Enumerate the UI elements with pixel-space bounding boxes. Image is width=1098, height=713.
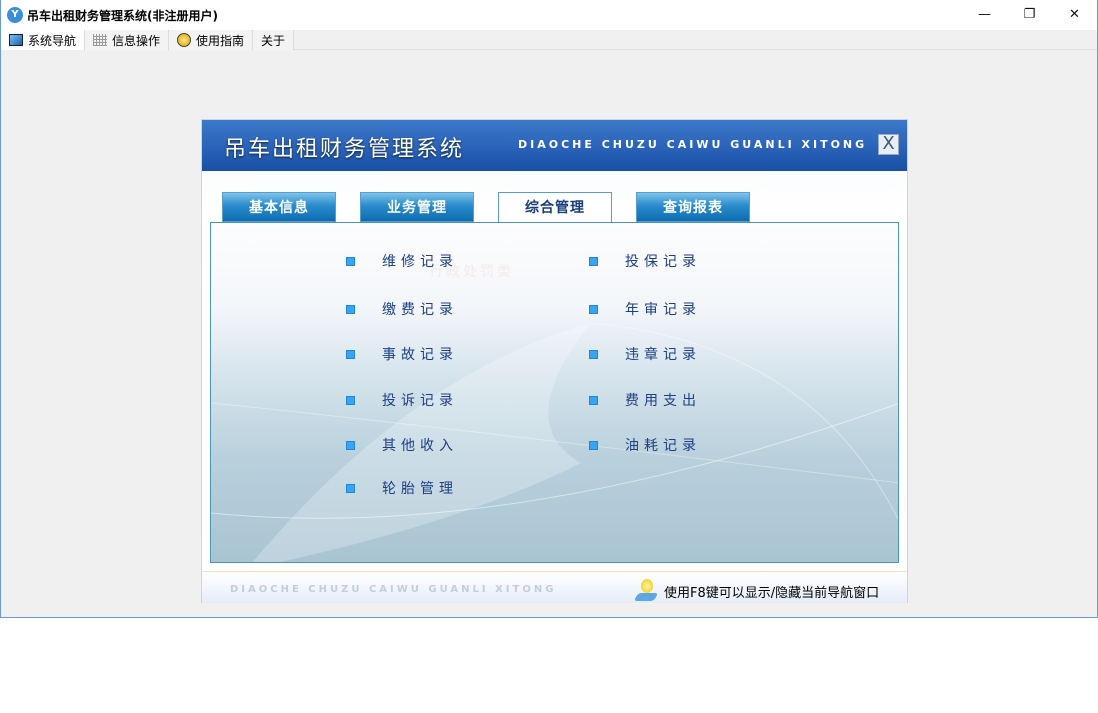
tab-business[interactable]: 业务管理 — [360, 192, 474, 222]
navigation-panel: 吊车出租财务管理系统 DIAOCHE CHUZU CAIWU GUANLI XI… — [201, 119, 908, 603]
app-icon: Y — [7, 7, 23, 23]
nav-item-label: 油耗记录 — [625, 438, 701, 454]
nav-item[interactable]: 维修记录 — [346, 251, 458, 271]
nav-item-label: 事故记录 — [382, 347, 458, 363]
footer-tip: 使用F8键可以显示/隐藏当前导航窗口 — [664, 585, 880, 601]
nav-item-label: 投保记录 — [625, 254, 701, 270]
bullet-icon — [346, 483, 355, 493]
monitor-icon — [9, 34, 23, 46]
bullet-icon — [589, 349, 598, 359]
panel-close-button[interactable]: X — [878, 134, 899, 155]
nav-item-label: 其他收入 — [382, 438, 458, 454]
bullet-icon — [346, 304, 355, 314]
tab-info-ops[interactable]: 信息操作 — [85, 30, 170, 50]
nav-item[interactable]: 油耗记录 — [589, 435, 701, 455]
nav-item[interactable]: 费用支出 — [589, 390, 701, 410]
maximize-button[interactable]: ❐ — [1007, 0, 1052, 30]
main-window: Y 吊车出租财务管理系统(非注册用户) — ❐ ✕ 系统导航 信息操作 使用指南… — [0, 0, 1098, 618]
tab-content: 行政处罚类 维修记录 投保记录 缴费记录 年审记录 事故记录 违章记录 投诉记录 费用支出 其他… — [210, 222, 899, 563]
bullet-icon — [346, 440, 355, 450]
panel-tabs: 基本信息 业务管理 综合管理 查询报表 — [222, 192, 774, 223]
tab-guide[interactable]: 使用指南 — [169, 30, 254, 50]
nav-item-label: 轮胎管理 — [382, 481, 458, 497]
help-icon — [177, 33, 192, 47]
nav-item[interactable]: 违章记录 — [589, 344, 701, 364]
tab-label: 系统导航 — [28, 33, 77, 48]
nav-item-label: 维修记录 — [382, 254, 458, 270]
grid-icon — [93, 34, 108, 46]
background-swirl — [211, 322, 898, 562]
bullet-icon — [589, 304, 598, 314]
tab-system-nav[interactable]: 系统导航 — [1, 30, 86, 50]
panel-title: 吊车出租财务管理系统 — [224, 137, 465, 162]
panel-subtitle: DIAOCHE CHUZU CAIWU GUANLI XITONG — [518, 138, 868, 151]
nav-item[interactable]: 缴费记录 — [346, 299, 458, 319]
bullet-icon — [346, 256, 355, 266]
tab-label: 信息操作 — [112, 33, 161, 48]
tab-label: 使用指南 — [196, 33, 245, 48]
tab-general[interactable]: 综合管理 — [498, 192, 612, 223]
nav-item[interactable]: 投诉记录 — [346, 390, 458, 410]
menu-tabs: 系统导航 信息操作 使用指南 关于 — [1, 30, 1097, 50]
close-button[interactable]: ✕ — [1052, 0, 1097, 30]
nav-item[interactable]: 投保记录 — [589, 251, 701, 271]
bullet-icon — [589, 256, 598, 266]
bullet-icon — [346, 349, 355, 359]
nav-item-label: 费用支出 — [625, 393, 701, 409]
bullet-icon — [589, 395, 598, 405]
tab-basic-info[interactable]: 基本信息 — [222, 192, 336, 222]
nav-item-label: 年审记录 — [625, 302, 701, 318]
window-title: 吊车出租财务管理系统(非注册用户) — [27, 8, 218, 23]
tab-label: 关于 — [261, 33, 286, 48]
nav-item-label: 违章记录 — [625, 347, 701, 363]
nav-item[interactable]: 其他收入 — [346, 435, 458, 455]
minimize-button[interactable]: — — [962, 0, 1007, 30]
footer-brand: DIAOCHE CHUZU CAIWU GUANLI XITONG — [230, 584, 557, 595]
panel-footer: DIAOCHE CHUZU CAIWU GUANLI XITONG 使用F8键可… — [202, 571, 907, 603]
title-bar: Y 吊车出租财务管理系统(非注册用户) — ❐ ✕ — [1, 0, 1097, 30]
nav-item[interactable]: 轮胎管理 — [346, 478, 458, 498]
lightbulb-icon — [636, 579, 656, 603]
nav-item-label: 投诉记录 — [382, 393, 458, 409]
bullet-icon — [589, 440, 598, 450]
bullet-icon — [346, 395, 355, 405]
nav-item[interactable]: 年审记录 — [589, 299, 701, 319]
tab-reports[interactable]: 查询报表 — [636, 192, 750, 222]
nav-item-label: 缴费记录 — [382, 302, 458, 318]
tab-about[interactable]: 关于 — [253, 30, 295, 50]
panel-header: 吊车出租财务管理系统 DIAOCHE CHUZU CAIWU GUANLI XI… — [202, 120, 907, 171]
nav-item[interactable]: 事故记录 — [346, 344, 458, 364]
